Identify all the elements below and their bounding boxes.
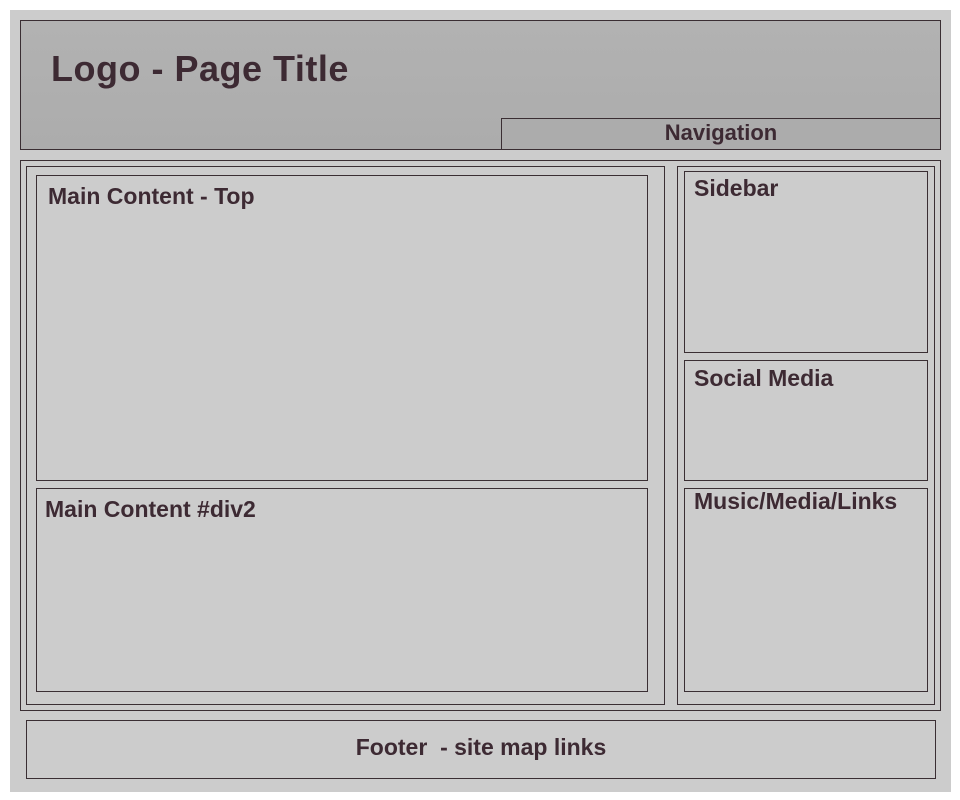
sidebar-box: Sidebar (684, 171, 928, 353)
header-title: Logo - Page Title (51, 48, 349, 89)
social-media-label: Social Media (694, 365, 834, 391)
main-content-div2: Main Content #div2 (36, 488, 648, 692)
main-content-top: Main Content - Top (36, 175, 648, 481)
main-content-div2-label: Main Content #div2 (45, 496, 256, 522)
footer-label: Footer - site map links (355, 734, 607, 760)
music-media-links-label: Music/Media/Links (694, 488, 898, 514)
navigation-label: Navigation (664, 120, 778, 145)
main-content-top-label: Main Content - Top (48, 183, 255, 209)
social-media-box: Social Media (684, 360, 928, 481)
music-media-links-box: Music/Media/Links (684, 488, 928, 692)
footer-region: Footer - site map links (26, 720, 936, 779)
navigation-region: Navigation (501, 118, 941, 150)
sidebar-label: Sidebar (694, 175, 779, 201)
layout-wireframe: Logo - Page Title Navigation Main Conten… (0, 0, 960, 800)
